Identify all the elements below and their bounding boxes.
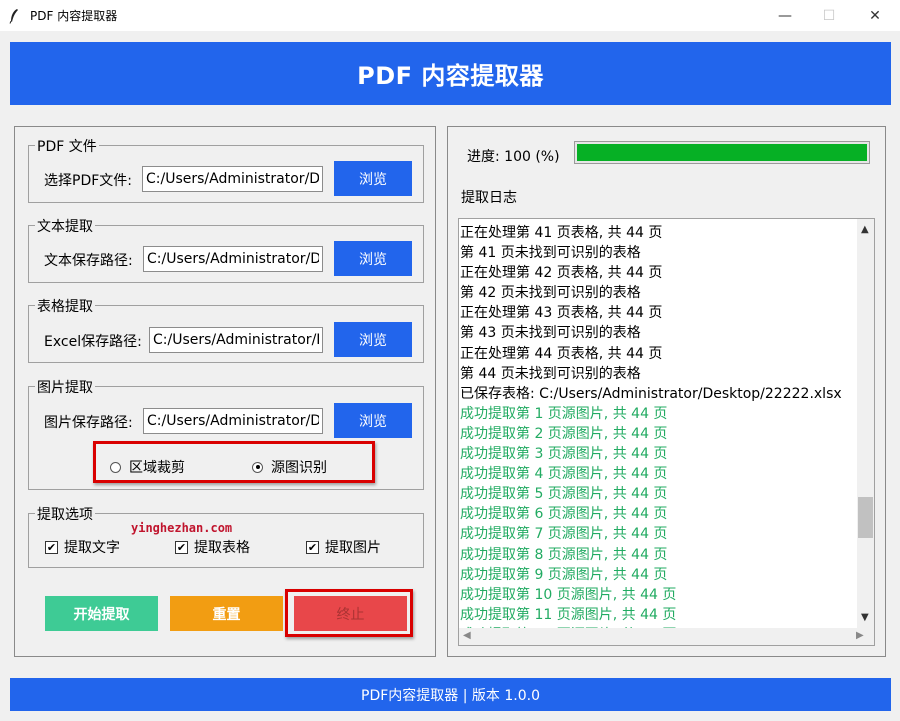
log-line: 成功提取第 10 页源图片, 共 44 页 (460, 586, 677, 603)
radio-indicator (110, 461, 121, 473)
scroll-right-icon[interactable]: ▶ (856, 630, 864, 641)
checkbox-extract-images[interactable]: ✔ 提取图片 (306, 537, 381, 557)
log-line: 正在处理第 41 页表格, 共 44 页 (460, 225, 663, 241)
vertical-scrollbar[interactable]: ▲ ▼ (857, 219, 874, 630)
reset-button[interactable]: 重置 (170, 596, 283, 631)
image-save-label: 图片保存路径: (44, 415, 133, 431)
log-line: 成功提取第 7 页源图片, 共 44 页 (460, 526, 668, 543)
table-extract-legend: 表格提取 (35, 296, 95, 316)
checkbox-indicator: ✔ (45, 540, 58, 554)
log-textbox[interactable]: 正在处理第 41 页表格, 共 44 页第 41 页未找到可识别的表格正在处理第… (458, 218, 875, 646)
log-line: 成功提取第 5 页源图片, 共 44 页 (460, 486, 668, 503)
log-lines: 正在处理第 41 页表格, 共 44 页第 41 页未找到可识别的表格正在处理第… (460, 223, 856, 645)
excel-save-input[interactable] (149, 327, 323, 353)
pdf-file-group: PDF 文件 选择PDF文件: 浏览 (28, 136, 424, 203)
text-save-input[interactable] (143, 246, 323, 272)
progress-label: 进度: 100 (%) (467, 149, 560, 165)
header-title: PDF 内容提取器 (357, 62, 544, 90)
scroll-down-icon[interactable]: ▼ (861, 612, 869, 623)
log-line: 成功提取第 3 页源图片, 共 44 页 (460, 446, 668, 463)
stop-button[interactable]: 终止 (294, 596, 407, 631)
log-line: 已保存表格: C:/Users/Administrator/Desktop/22… (460, 385, 842, 402)
status-footer: PDF内容提取器 | 版本 1.0.0 (10, 678, 891, 711)
scroll-left-icon[interactable]: ◀ (463, 630, 471, 641)
scroll-up-icon[interactable]: ▲ (861, 224, 869, 235)
table-browse-button[interactable]: 浏览 (334, 322, 412, 357)
pdf-file-input[interactable] (142, 166, 323, 192)
checkbox-extract-tables[interactable]: ✔ 提取表格 (175, 537, 250, 557)
log-line: 第 42 页未找到可识别的表格 (460, 285, 641, 302)
log-line: 成功提取第 9 页源图片, 共 44 页 (460, 566, 668, 583)
log-line: 第 44 页未找到可识别的表格 (460, 365, 641, 382)
pdf-file-legend: PDF 文件 (35, 136, 99, 156)
checkbox-extract-text[interactable]: ✔ 提取文字 (45, 537, 120, 557)
log-title: 提取日志 (461, 190, 517, 206)
image-browse-button[interactable]: 浏览 (334, 403, 412, 438)
radio-region-crop[interactable]: 区域裁剪 (110, 457, 185, 477)
progress-bar (574, 141, 870, 164)
watermark-text: yinghezhan.com (131, 521, 233, 535)
image-extract-legend: 图片提取 (35, 377, 95, 397)
pdf-browse-button[interactable]: 浏览 (334, 161, 412, 196)
log-line: 成功提取第 6 页源图片, 共 44 页 (460, 506, 668, 523)
checkbox-label: 提取表格 (194, 540, 250, 556)
log-line: 第 43 页未找到可识别的表格 (460, 325, 641, 342)
radio-label: 源图识别 (271, 460, 327, 476)
feather-icon (9, 9, 18, 24)
progress-fill (577, 144, 867, 161)
log-line: 第 41 页未找到可识别的表格 (460, 245, 641, 262)
radio-indicator (252, 461, 263, 473)
text-browse-button[interactable]: 浏览 (334, 241, 412, 276)
app-header: PDF 内容提取器 (10, 42, 891, 105)
title-bar: PDF 内容提取器 — ☐ ✕ (0, 0, 900, 31)
settings-panel: PDF 文件 选择PDF文件: 浏览 文本提取 文本保存路径: 浏览 表格提取 … (14, 126, 436, 657)
start-extract-button[interactable]: 开始提取 (45, 596, 158, 631)
maximize-button[interactable]: ☐ (806, 0, 852, 31)
options-legend: 提取选项 (35, 504, 95, 524)
checkbox-label: 提取文字 (64, 540, 120, 556)
excel-save-label: Excel保存路径: (44, 334, 142, 350)
log-line: 正在处理第 43 页表格, 共 44 页 (460, 305, 663, 322)
radio-source-recognition[interactable]: 源图识别 (252, 457, 327, 477)
horizontal-scrollbar[interactable]: ◀ ▶ (459, 628, 874, 645)
minimize-button[interactable]: — (762, 0, 808, 31)
pdf-file-label: 选择PDF文件: (44, 173, 132, 189)
log-panel: 进度: 100 (%) 提取日志 正在处理第 41 页表格, 共 44 页第 4… (447, 126, 886, 657)
log-line: 正在处理第 44 页表格, 共 44 页 (460, 345, 663, 362)
text-extract-group: 文本提取 文本保存路径: 浏览 (28, 216, 424, 283)
log-line: 成功提取第 8 页源图片, 共 44 页 (460, 546, 668, 563)
version-text: PDF内容提取器 | 版本 1.0.0 (361, 687, 540, 704)
log-line: 正在处理第 42 页表格, 共 44 页 (460, 265, 663, 282)
text-save-label: 文本保存路径: (44, 253, 133, 269)
log-line: 成功提取第 4 页源图片, 共 44 页 (460, 466, 668, 483)
checkbox-indicator: ✔ (306, 540, 319, 554)
log-line: 成功提取第 1 页源图片, 共 44 页 (460, 405, 668, 422)
scrollbar-thumb[interactable] (858, 497, 873, 538)
image-save-input[interactable] (143, 408, 323, 434)
radio-label: 区域裁剪 (129, 460, 185, 476)
window-title: PDF 内容提取器 (30, 9, 118, 23)
app-window: PDF 内容提取器 — ☐ ✕ PDF 内容提取器 PDF 文件 选择PDF文件… (0, 0, 900, 721)
checkbox-label: 提取图片 (325, 540, 381, 556)
close-button[interactable]: ✕ (852, 0, 898, 31)
log-line: 成功提取第 2 页源图片, 共 44 页 (460, 425, 668, 442)
text-extract-legend: 文本提取 (35, 216, 95, 236)
table-extract-group: 表格提取 Excel保存路径: 浏览 (28, 296, 424, 363)
checkbox-indicator: ✔ (175, 540, 188, 554)
log-line: 成功提取第 11 页源图片, 共 44 页 (460, 606, 677, 623)
